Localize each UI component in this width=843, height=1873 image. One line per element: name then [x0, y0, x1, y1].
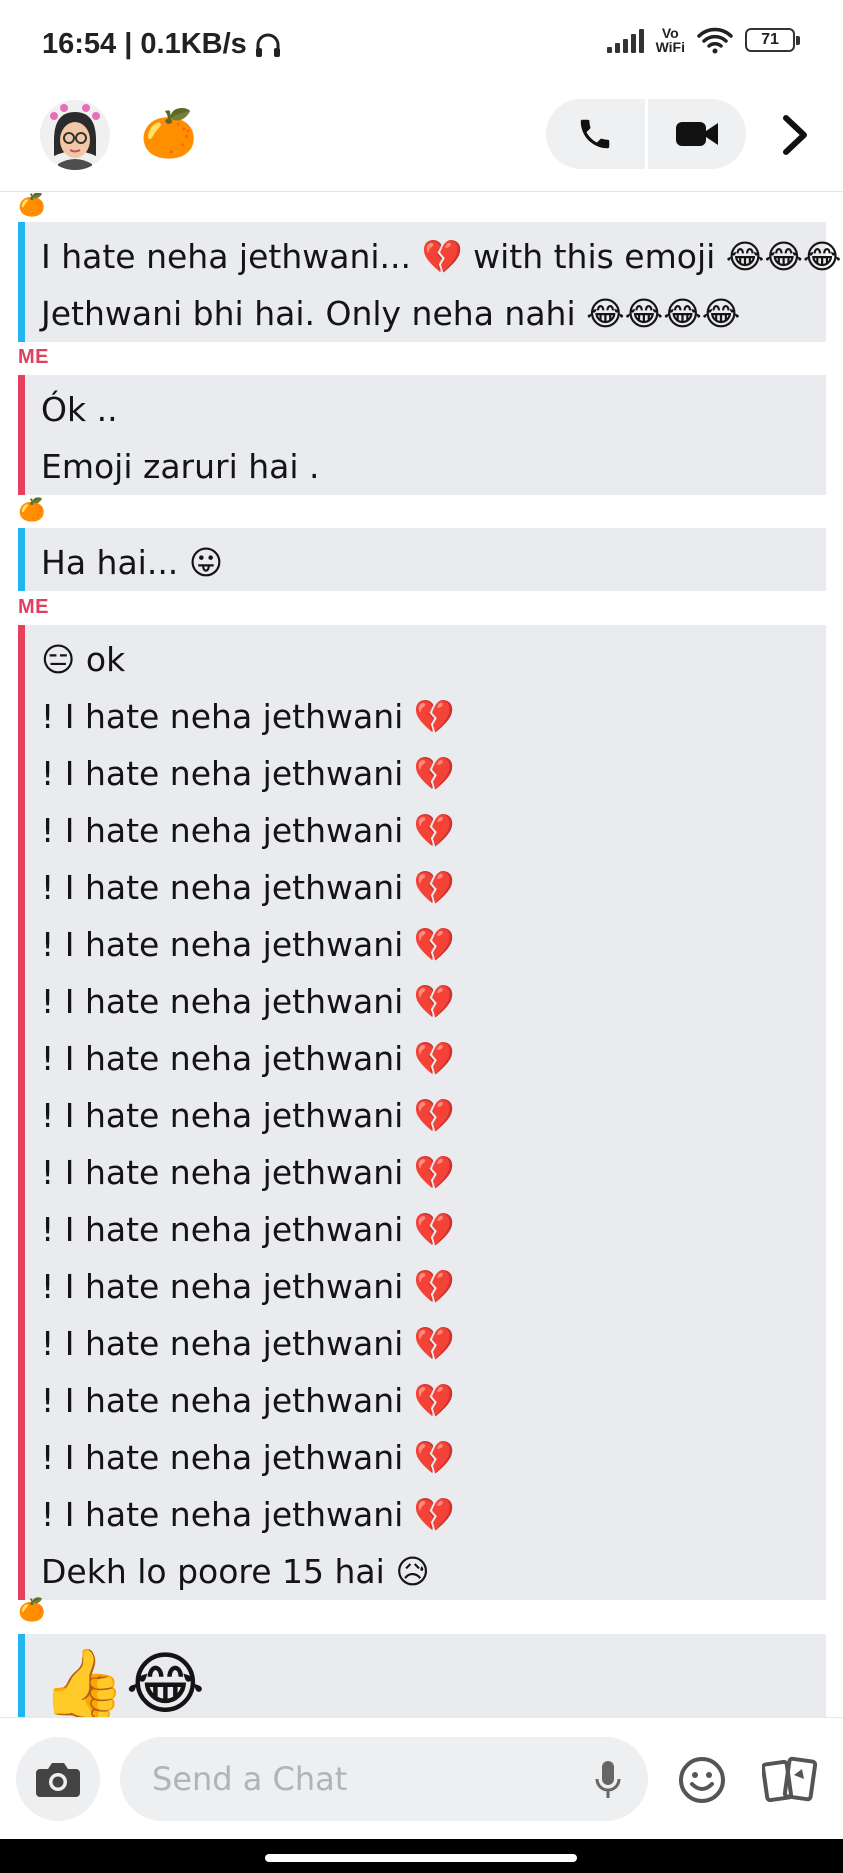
battery-indicator: 71: [745, 28, 800, 52]
message-text[interactable]: Jethwani bhi hai. Only neha nahi 😂😂😂😂: [25, 285, 826, 342]
video-camera-icon: [675, 122, 718, 146]
message-group-friend[interactable]: Ha hai... 😛: [18, 528, 826, 591]
message-group-friend[interactable]: 👍😂: [18, 1634, 826, 1717]
sender-label-friend: 🍊: [18, 498, 46, 523]
sender-label-me: ME: [18, 596, 49, 618]
chat-thread[interactable]: 🍊 I hate neha jethwani... 💔 with this em…: [0, 193, 843, 1717]
message-text[interactable]: I hate neha jethwani... 💔 with this emoj…: [25, 228, 841, 285]
message-group-me[interactable]: 😑 ok ! I hate neha jethwani 💔 ! I hate n…: [18, 625, 826, 1600]
emoji-button[interactable]: [674, 1752, 730, 1808]
signal-icon: [606, 27, 644, 53]
message-text[interactable]: ! I hate neha jethwani 💔: [25, 1201, 826, 1258]
message-text[interactable]: ! I hate neha jethwani 💔: [25, 1429, 826, 1486]
avatar-illustration: [40, 100, 110, 170]
video-call-button[interactable]: [648, 99, 747, 169]
status-indicators: Vo WiFi 71: [606, 25, 800, 55]
message-text[interactable]: Ók ..: [25, 381, 826, 438]
cards-button[interactable]: [760, 1750, 820, 1810]
headphones-icon: [255, 33, 280, 57]
status-time-speed: 16:54 | 0.1KB/s: [42, 28, 247, 60]
chat-input[interactable]: [120, 1737, 648, 1821]
message-text[interactable]: ! I hate neha jethwani 💔: [25, 1258, 826, 1315]
system-navigation-bar: [0, 1839, 843, 1873]
sender-label-friend: 🍊: [18, 1598, 46, 1623]
microphone-button[interactable]: [588, 1758, 628, 1802]
call-controls: [546, 99, 746, 169]
message-text[interactable]: ! I hate neha jethwani 💔: [25, 1087, 826, 1144]
chat-header: 🍊: [0, 92, 843, 192]
message-text[interactable]: ! I hate neha jethwani 💔: [25, 745, 826, 802]
message-text[interactable]: Dekh lo poore 15 hai 😥: [25, 1543, 826, 1600]
wifi-icon: [697, 27, 733, 54]
home-indicator[interactable]: [265, 1854, 577, 1862]
friend-emoji[interactable]: 🍊: [140, 106, 197, 161]
chat-composer: [0, 1717, 843, 1839]
message-group-friend[interactable]: I hate neha jethwani... 💔 with this emoj…: [18, 222, 841, 342]
voice-call-button[interactable]: [546, 99, 645, 169]
camera-button[interactable]: [16, 1737, 100, 1821]
message-group-me[interactable]: Ók .. Emoji zaruri hai .: [18, 375, 826, 495]
chevron-right-icon[interactable]: [775, 110, 815, 160]
message-text[interactable]: ! I hate neha jethwani 💔: [25, 802, 826, 859]
phone-icon: [581, 119, 610, 149]
message-text[interactable]: ! I hate neha jethwani 💔: [25, 916, 826, 973]
message-text[interactable]: Ha hai... 😛: [25, 534, 826, 591]
message-text[interactable]: ! I hate neha jethwani 💔: [25, 1315, 826, 1372]
status-bar: 16:54 | 0.1KB/s Vo WiFi 71: [0, 0, 843, 92]
message-text[interactable]: ! I hate neha jethwani 💔: [25, 688, 826, 745]
smiley-icon: [679, 1757, 725, 1803]
status-time: 16:54 | 0.1KB/s: [42, 28, 283, 61]
message-text[interactable]: ! I hate neha jethwani 💔: [25, 859, 826, 916]
sender-label-me: ME: [18, 346, 49, 368]
message-text[interactable]: ! I hate neha jethwani 💔: [25, 1486, 826, 1543]
cards-icon: [762, 1756, 818, 1803]
bitmoji-avatar[interactable]: [40, 100, 110, 170]
message-text[interactable]: Emoji zaruri hai .: [25, 438, 826, 495]
message-text[interactable]: ! I hate neha jethwani 💔: [25, 1030, 826, 1087]
microphone-icon: [595, 1761, 621, 1798]
message-text[interactable]: 😑 ok: [25, 631, 826, 688]
message-text[interactable]: ! I hate neha jethwani 💔: [25, 973, 826, 1030]
message-text[interactable]: 👍😂: [25, 1640, 826, 1717]
message-text[interactable]: ! I hate neha jethwani 💔: [25, 1144, 826, 1201]
camera-icon: [36, 1763, 80, 1797]
message-text[interactable]: ! I hate neha jethwani 💔: [25, 1372, 826, 1429]
sender-label-friend: 🍊: [18, 193, 46, 218]
vowifi-label: Vo WiFi: [655, 25, 685, 55]
